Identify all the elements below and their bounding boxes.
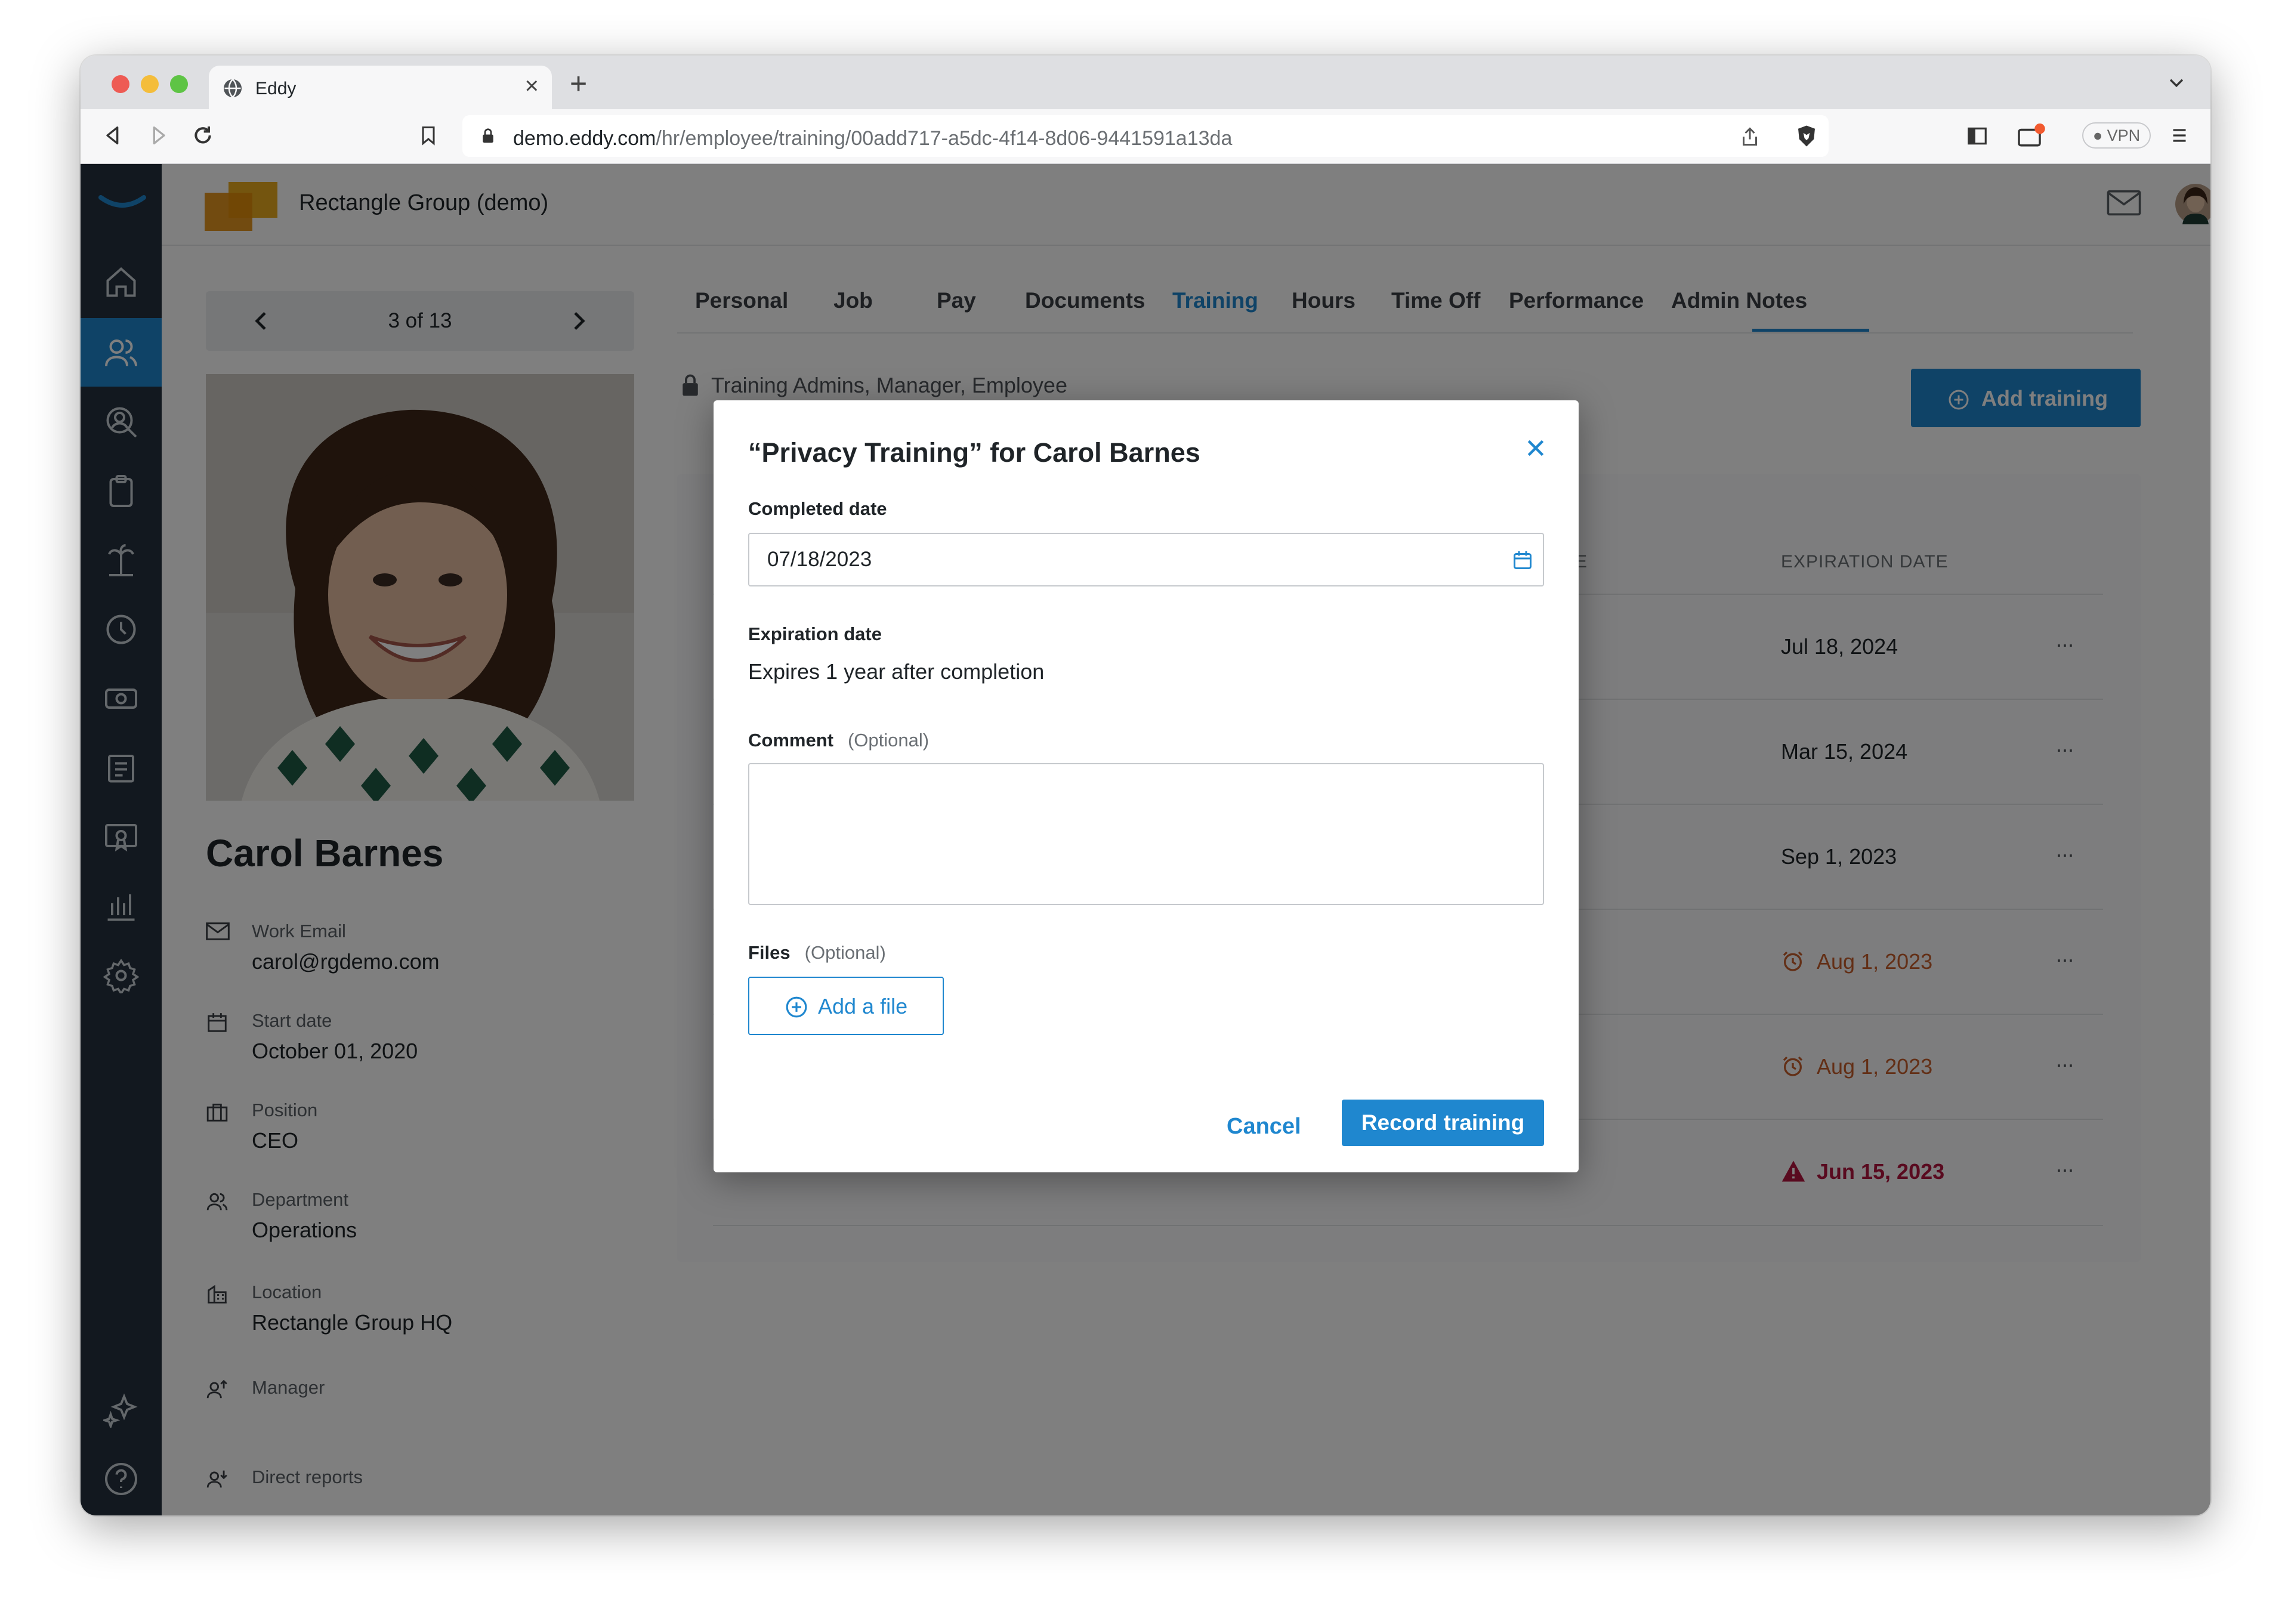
close-window-button[interactable] bbox=[112, 75, 129, 93]
expiration-date-label: Expiration date bbox=[748, 623, 882, 644]
menu-icon[interactable] bbox=[2169, 125, 2190, 146]
add-file-button[interactable]: Add a file bbox=[748, 977, 944, 1035]
globe-icon bbox=[224, 78, 242, 98]
new-tab-icon[interactable]: + bbox=[570, 69, 587, 98]
browser-tab[interactable]: Eddy × bbox=[209, 66, 552, 109]
wallet-icon[interactable] bbox=[2017, 124, 2046, 149]
files-label-text: Files bbox=[748, 942, 791, 963]
chevron-down-icon[interactable] bbox=[2166, 72, 2187, 92]
reload-icon[interactable] bbox=[191, 124, 215, 147]
add-file-label: Add a file bbox=[818, 994, 908, 1018]
lock-icon bbox=[483, 128, 493, 143]
url-path: /hr/employee/training/00add717-a5dc-4f14… bbox=[656, 127, 1233, 150]
close-icon[interactable] bbox=[1524, 436, 1548, 460]
minimize-window-button[interactable] bbox=[141, 75, 159, 93]
completed-date-input[interactable] bbox=[748, 533, 1544, 586]
back-icon[interactable] bbox=[101, 124, 125, 147]
comment-textarea[interactable] bbox=[748, 763, 1544, 905]
dialog-title: “Privacy Training” for Carol Barnes bbox=[748, 437, 1200, 468]
url-text: demo.eddy.com/hr/employee/training/00add… bbox=[513, 127, 1232, 150]
record-training-dialog: “Privacy Training” for Carol Barnes Comp… bbox=[714, 400, 1579, 1172]
optional-hint: (Optional) bbox=[847, 730, 930, 751]
record-training-button[interactable]: Record training bbox=[1342, 1100, 1544, 1146]
forward-icon[interactable] bbox=[146, 124, 170, 147]
browser-toolbar: demo.eddy.com/hr/employee/training/00add… bbox=[81, 109, 2210, 164]
brave-shield-icon[interactable] bbox=[1794, 124, 1819, 149]
browser-tabstrip: Eddy × + bbox=[81, 55, 2210, 109]
close-tab-icon[interactable]: × bbox=[525, 74, 539, 98]
optional-hint: (Optional) bbox=[804, 942, 886, 963]
tab-title: Eddy bbox=[255, 79, 297, 98]
address-bar[interactable]: demo.eddy.com/hr/employee/training/00add… bbox=[462, 115, 1829, 157]
cancel-button[interactable]: Cancel bbox=[1227, 1114, 1301, 1140]
expiration-rule-text: Expires 1 year after completion bbox=[748, 659, 1045, 684]
calendar-icon[interactable] bbox=[1512, 549, 1533, 571]
comment-label-text: Comment bbox=[748, 730, 833, 751]
vpn-button[interactable]: ● VPN bbox=[2082, 122, 2151, 149]
files-label: Files (Optional) bbox=[748, 942, 886, 964]
browser-window: Eddy × + demo.eddy.com/hr/employee/train bbox=[81, 55, 2210, 1515]
share-icon[interactable] bbox=[1739, 126, 1761, 147]
plus-circle-icon bbox=[786, 996, 807, 1018]
maximize-window-button[interactable] bbox=[170, 75, 188, 93]
bookmark-icon[interactable] bbox=[418, 125, 439, 146]
vpn-label: VPN bbox=[2107, 126, 2141, 144]
completed-date-label: Completed date bbox=[748, 498, 887, 519]
comment-label: Comment (Optional) bbox=[748, 730, 929, 751]
sidebar-toggle-icon[interactable] bbox=[1966, 125, 1989, 147]
url-host: demo.eddy.com bbox=[513, 127, 656, 150]
